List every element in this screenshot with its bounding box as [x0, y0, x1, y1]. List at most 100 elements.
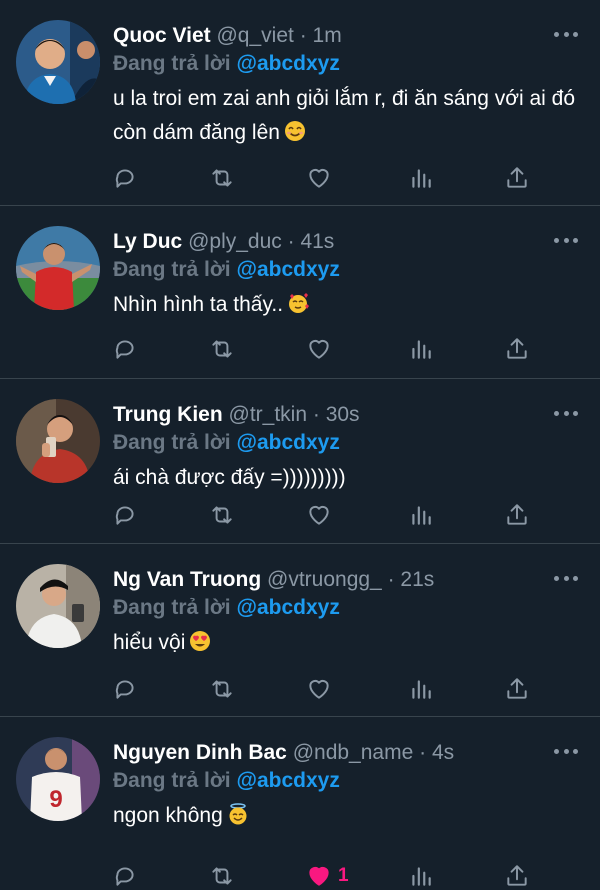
- heart-eyes-icon: [189, 629, 211, 663]
- share-button[interactable]: [504, 163, 530, 193]
- svg-text:9: 9: [49, 786, 62, 813]
- heart-icon: [309, 339, 329, 359]
- reply-icon: [115, 340, 134, 359]
- share-button[interactable]: [504, 674, 530, 704]
- more-options-icon[interactable]: [554, 24, 578, 44]
- reply-button[interactable]: [112, 163, 138, 193]
- avatar[interactable]: [16, 399, 100, 483]
- share-icon: [507, 865, 527, 886]
- tweet-reply[interactable]: Ly Duc @ply_duc · 41s Đang trả lời @abcd…: [0, 206, 600, 379]
- share-icon: [507, 678, 527, 699]
- tweet-reply[interactable]: Trung Kien @tr_tkin · 30s Đang trả lời @…: [0, 379, 600, 544]
- tweet-text: hiểu vội: [113, 626, 575, 663]
- avatar[interactable]: [16, 226, 100, 310]
- tweet-text: u la troi em zai anh giỏi lắm r, đi ăn s…: [113, 82, 575, 153]
- reply-icon: [115, 506, 134, 525]
- replied-handle-link[interactable]: @abcdxyz: [236, 596, 339, 619]
- tweet-header: Trung Kien @tr_tkin · 30s: [113, 401, 550, 429]
- tweet-text-content: u la troi em zai anh giỏi lắm r, đi ăn s…: [113, 87, 576, 144]
- face-with-hearts-icon: [287, 291, 310, 325]
- tweet-actions: [112, 163, 530, 193]
- reply-button[interactable]: [112, 334, 138, 364]
- user-handle[interactable]: @ndb_name: [293, 741, 414, 764]
- replying-to: Đang trả lời @abcdxyz: [113, 429, 340, 457]
- replied-handle-link[interactable]: @abcdxyz: [236, 52, 339, 75]
- display-name[interactable]: Ly Duc: [113, 230, 182, 253]
- more-options-icon[interactable]: [554, 230, 578, 250]
- tweet-text: Nhìn hình ta thấy..: [113, 288, 575, 325]
- heart-icon: [309, 505, 329, 525]
- tweet-header: Ly Duc @ply_duc · 41s: [113, 228, 550, 256]
- share-button[interactable]: [504, 500, 530, 530]
- tweet-actions: [112, 500, 530, 530]
- replying-to: Đang trả lời @abcdxyz: [113, 256, 340, 284]
- replied-handle-link[interactable]: @abcdxyz: [236, 769, 339, 792]
- retweet-button[interactable]: [209, 334, 235, 364]
- share-button[interactable]: [504, 861, 530, 890]
- user-handle[interactable]: @q_viet: [216, 24, 293, 47]
- display-name[interactable]: Trung Kien: [113, 403, 223, 426]
- timestamp[interactable]: · 21s: [388, 568, 435, 591]
- user-handle[interactable]: @vtruongg_: [267, 568, 382, 591]
- reply-button[interactable]: [112, 861, 138, 890]
- analytics-button[interactable]: [408, 163, 434, 193]
- avatar[interactable]: [16, 20, 100, 104]
- like-button[interactable]: [306, 674, 332, 704]
- tweet-reply[interactable]: 9 Nguyen Dinh Bac @ndb_name · 4s Đang tr…: [0, 717, 600, 890]
- retweet-button[interactable]: [209, 163, 235, 193]
- timestamp[interactable]: · 1m: [300, 24, 342, 47]
- replying-to: Đang trả lời @abcdxyz: [113, 767, 340, 795]
- analytics-button[interactable]: [408, 334, 434, 364]
- more-options-icon[interactable]: [554, 741, 578, 761]
- halo-face-icon: [227, 802, 249, 836]
- display-name[interactable]: Nguyen Dinh Bac: [113, 741, 287, 764]
- replying-to-label: Đang trả lời: [113, 52, 231, 75]
- more-options-icon[interactable]: [554, 568, 578, 588]
- tweet-text-content: hiểu vội: [113, 631, 186, 654]
- heart-icon: [309, 679, 329, 699]
- display-name[interactable]: Quoc Viet: [113, 24, 211, 47]
- avatar[interactable]: 9: [16, 737, 100, 821]
- timestamp[interactable]: · 41s: [288, 230, 335, 253]
- replying-to: Đang trả lời @abcdxyz: [113, 594, 340, 622]
- analytics-button[interactable]: [408, 861, 434, 890]
- share-button[interactable]: [504, 334, 530, 364]
- retweet-button[interactable]: [209, 674, 235, 704]
- tweet-actions: [112, 334, 530, 364]
- share-icon: [507, 167, 527, 188]
- user-handle[interactable]: @ply_duc: [188, 230, 282, 253]
- heart-filled-icon: [309, 866, 329, 886]
- retweet-icon: [212, 169, 232, 187]
- replied-handle-link[interactable]: @abcdxyz: [236, 258, 339, 281]
- tweet-reply[interactable]: Quoc Viet @q_viet · 1m Đang trả lời @abc…: [0, 0, 600, 206]
- smiling-face-icon: [284, 119, 306, 153]
- analytics-button[interactable]: [408, 674, 434, 704]
- user-handle[interactable]: @tr_tkin: [229, 403, 308, 426]
- like-button[interactable]: [306, 163, 332, 193]
- retweet-button[interactable]: [209, 500, 235, 530]
- reply-icon: [115, 169, 134, 188]
- retweet-icon: [212, 506, 232, 524]
- like-count: 1: [338, 865, 349, 886]
- timestamp[interactable]: · 30s: [313, 403, 360, 426]
- tweet-text: ngon không: [113, 799, 575, 836]
- retweet-button[interactable]: [209, 861, 235, 890]
- analytics-button[interactable]: [408, 500, 434, 530]
- tweet-actions: 1: [112, 861, 530, 890]
- like-button[interactable]: [306, 500, 332, 530]
- display-name[interactable]: Ng Van Truong: [113, 568, 261, 591]
- timestamp[interactable]: · 4s: [419, 741, 454, 764]
- replying-to-label: Đang trả lời: [113, 431, 231, 454]
- like-button[interactable]: [306, 334, 332, 364]
- analytics-icon: [412, 680, 431, 699]
- reply-button[interactable]: [112, 500, 138, 530]
- reply-button[interactable]: [112, 674, 138, 704]
- avatar[interactable]: [16, 564, 100, 648]
- replied-handle-link[interactable]: @abcdxyz: [236, 431, 339, 454]
- more-options-icon[interactable]: [554, 403, 578, 423]
- like-button[interactable]: 1: [306, 861, 349, 890]
- replying-to: Đang trả lời @abcdxyz: [113, 50, 340, 78]
- reply-icon: [115, 867, 134, 886]
- tweet-reply[interactable]: Ng Van Truong @vtruongg_ · 21s Đang trả …: [0, 544, 600, 717]
- heart-icon: [309, 168, 329, 188]
